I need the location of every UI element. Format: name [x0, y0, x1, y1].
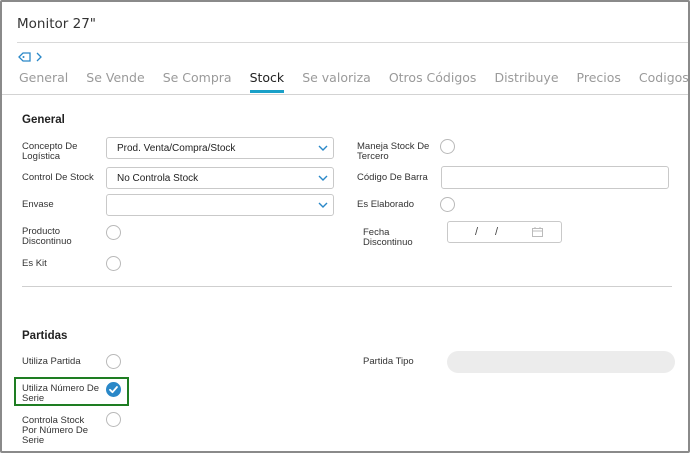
producto-discontinuo-checkbox[interactable] [106, 225, 121, 240]
page-title: Monitor 27" [17, 16, 96, 32]
control-stock-label: Control De Stock [22, 172, 94, 183]
tab-precios[interactable]: Precios [577, 70, 621, 93]
codigo-barra-label: Código De Barra [357, 172, 428, 183]
tab-stock[interactable]: Stock [249, 70, 285, 93]
title-divider [17, 42, 688, 43]
tab-general[interactable]: General [19, 70, 68, 93]
breadcrumb [18, 52, 42, 62]
section-title-partidas: Partidas [22, 330, 68, 342]
es-elaborado-checkbox[interactable] [440, 197, 455, 212]
concepto-logistica-select[interactable]: Prod. Venta/Compra/Stock [106, 137, 334, 159]
codigo-barra-input[interactable] [441, 166, 669, 189]
tabs-divider [2, 94, 688, 95]
chevron-right-icon[interactable] [36, 52, 42, 62]
control-stock-select[interactable]: No Controla Stock [106, 167, 334, 189]
tab-se-vende[interactable]: Se Vende [86, 70, 144, 93]
control-stock-value: No Controla Stock [117, 173, 199, 184]
controla-stock-serie-label: Controla Stock Por Número De Serie [22, 415, 88, 446]
tab-distribuye[interactable]: Distribuye [494, 70, 558, 93]
utiliza-numero-serie-checkbox[interactable] [106, 382, 121, 397]
chevron-down-icon [318, 174, 328, 185]
chevron-down-icon [318, 144, 328, 155]
partida-tipo-label: Partida Tipo [363, 356, 414, 367]
tab-codigos-proveedor[interactable]: Codigos Proveedor [639, 70, 688, 93]
fecha-discontinuo-input[interactable]: / / [447, 221, 562, 243]
partida-tipo-field[interactable] [447, 351, 675, 373]
fecha-discontinuo-label: Fecha Discontinuo [363, 227, 413, 248]
tab-se-compra[interactable]: Se Compra [163, 70, 232, 93]
concepto-logistica-value: Prod. Venta/Compra/Stock [117, 143, 236, 154]
tab-otros-codigos[interactable]: Otros Códigos [389, 70, 477, 93]
tag-icon[interactable] [18, 52, 31, 62]
tab-bar: General Se Vende Se Compra Stock Se valo… [19, 70, 688, 93]
envase-label: Envase [22, 199, 54, 210]
section-divider [22, 286, 672, 287]
calendar-icon[interactable] [532, 227, 543, 240]
date-separator: / [475, 226, 479, 238]
tab-se-valoriza[interactable]: Se valoriza [302, 70, 371, 93]
utiliza-partida-checkbox[interactable] [106, 354, 121, 369]
date-separator: / [495, 226, 499, 238]
maneja-stock-tercero-label: Maneja Stock De Tercero [357, 141, 430, 162]
es-elaborado-label: Es Elaborado [357, 199, 415, 210]
es-kit-label: Es Kit [22, 258, 47, 269]
concepto-logistica-label: Concepto De Logística [22, 141, 78, 162]
utiliza-numero-serie-label: Utiliza Número De Serie [22, 383, 100, 404]
controla-stock-serie-checkbox[interactable] [106, 412, 121, 427]
maneja-stock-tercero-checkbox[interactable] [440, 139, 455, 154]
checkmark-icon [109, 386, 118, 394]
utiliza-partida-label: Utiliza Partida [22, 356, 81, 367]
producto-discontinuo-label: Producto Discontinuo [22, 226, 72, 247]
window-frame: Monitor 27" General Se Vende Se Compra S… [0, 0, 690, 453]
envase-select[interactable] [106, 194, 334, 216]
es-kit-checkbox[interactable] [106, 256, 121, 271]
section-title-general: General [22, 114, 65, 126]
chevron-down-icon [318, 201, 328, 212]
